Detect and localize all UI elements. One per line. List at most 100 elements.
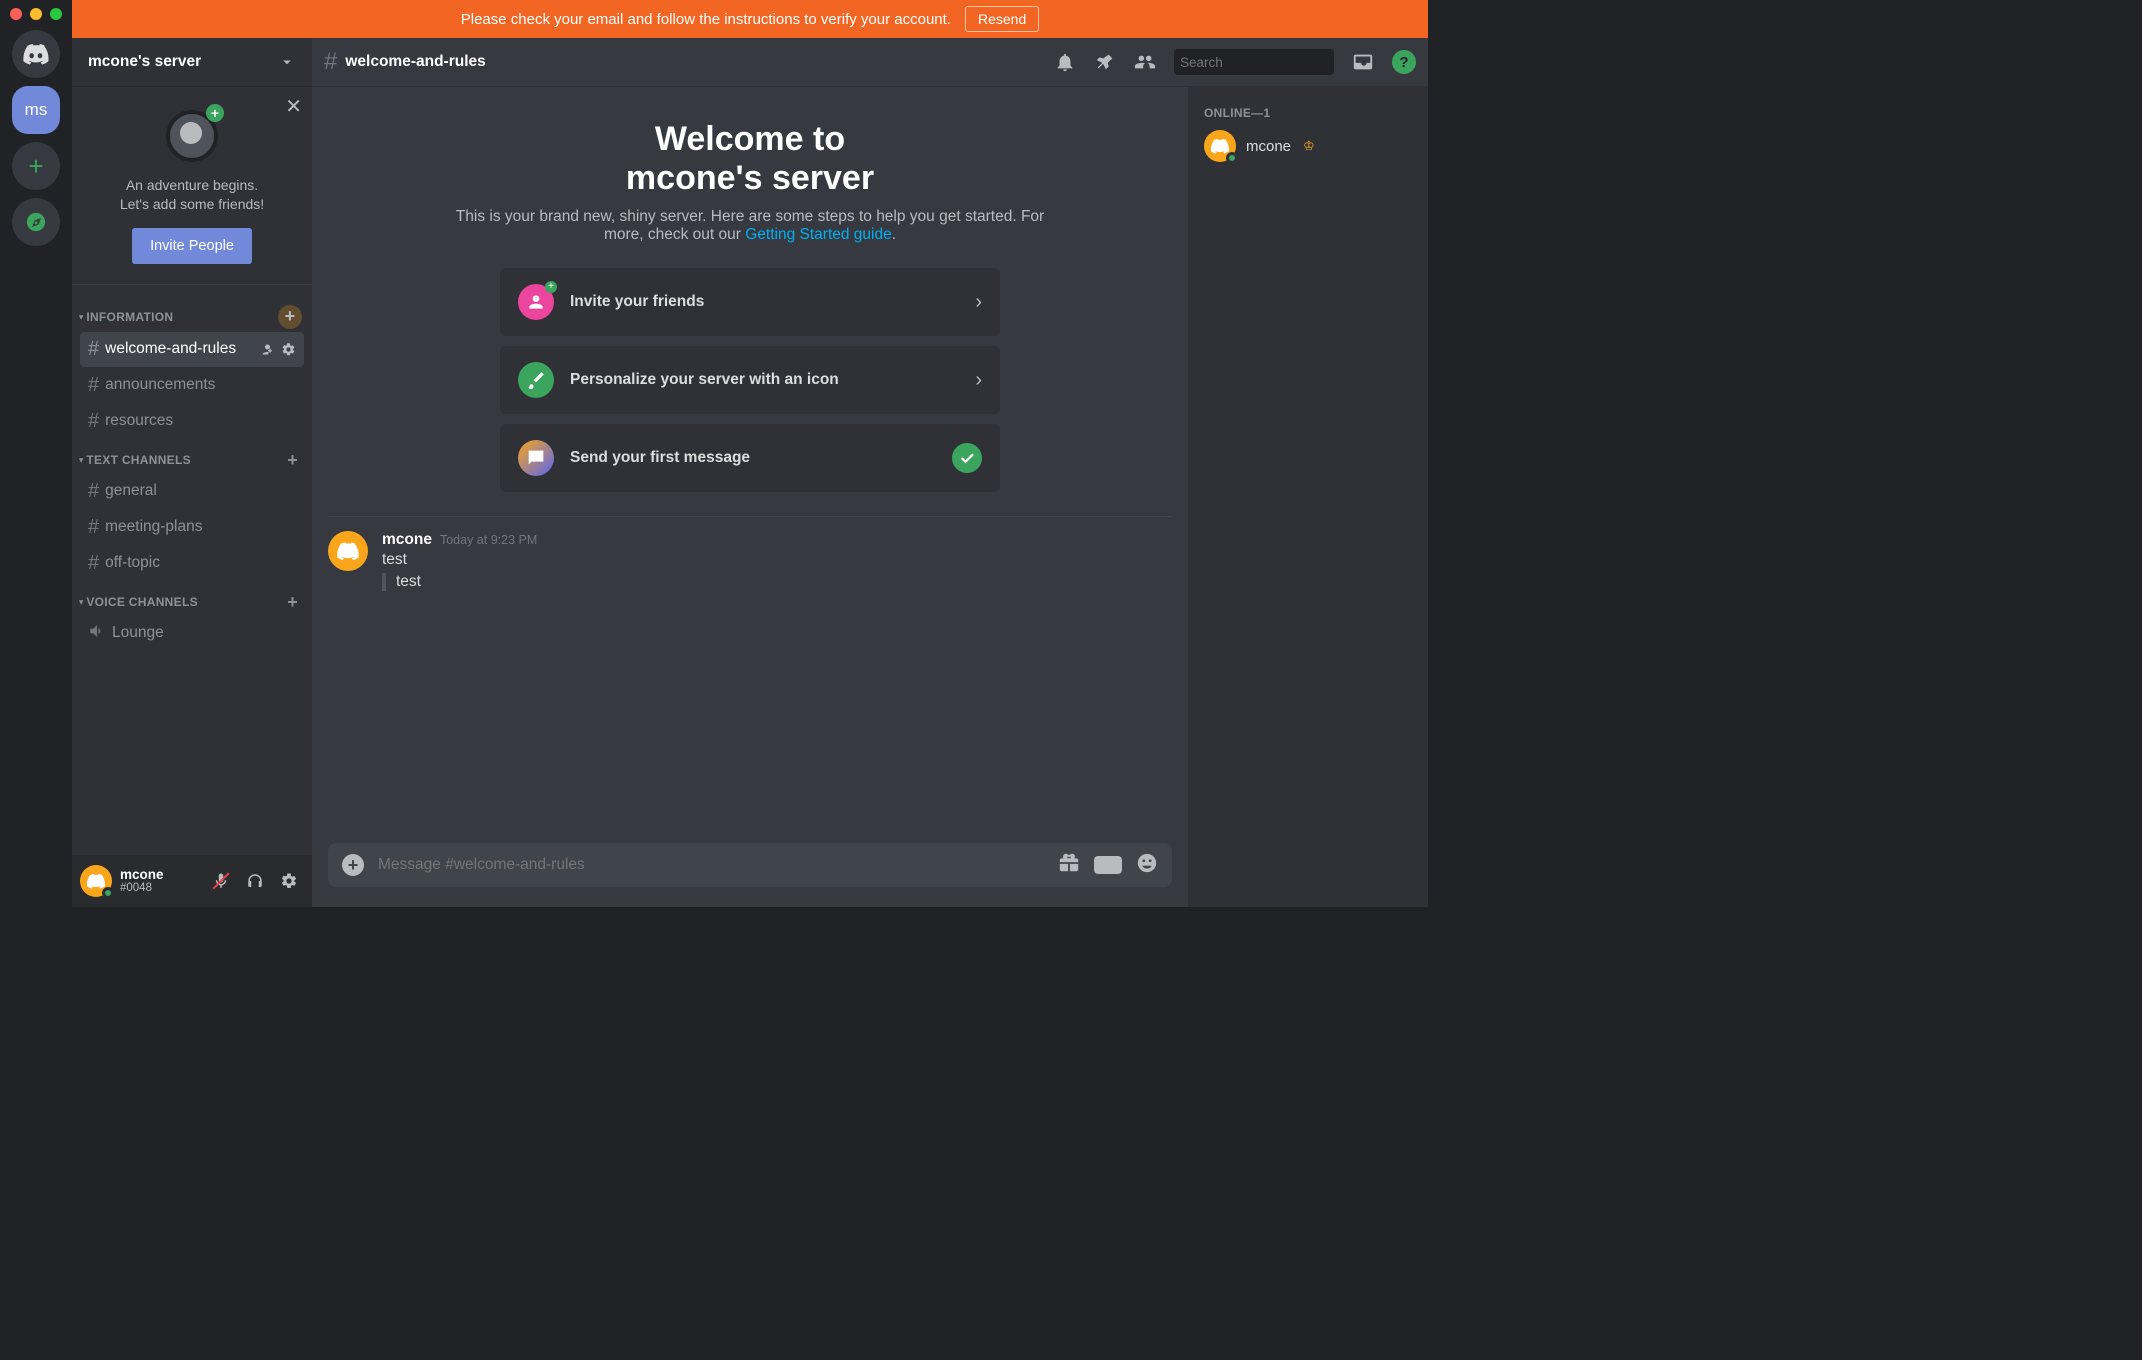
window-minimize-button[interactable]	[30, 8, 42, 20]
welcome-block: Welcome to mcone's server This is your b…	[450, 120, 1050, 244]
crown-icon: ♔	[1303, 138, 1315, 154]
chat-area: # welcome-and-rules ?	[312, 38, 1428, 907]
message-quote: test	[382, 573, 1172, 591]
channel-welcome-and-rules[interactable]: # welcome-and-rules	[80, 332, 304, 367]
inbox-icon[interactable]	[1352, 51, 1374, 73]
deafen-button[interactable]	[240, 866, 270, 896]
pin-icon[interactable]	[1094, 51, 1116, 73]
invite-people-button[interactable]: Invite People	[132, 228, 252, 264]
channel-meeting-plans[interactable]: # meeting-plans	[80, 510, 304, 545]
user-tag: #0048	[120, 882, 164, 894]
invite-line-1: An adventure begins.	[82, 176, 302, 195]
add-server-button[interactable]: +	[12, 142, 60, 190]
attach-button[interactable]: +	[342, 854, 364, 876]
member-item[interactable]: mcone ♔	[1196, 126, 1420, 166]
traffic-lights	[10, 8, 62, 20]
channel-title: welcome-and-rules	[345, 53, 485, 71]
mute-button[interactable]	[206, 866, 236, 896]
channel-resources[interactable]: # resources	[80, 404, 304, 439]
channel-announcements[interactable]: # announcements	[80, 368, 304, 403]
card-personalize-icon[interactable]: Personalize your server with an icon ›	[500, 346, 1000, 414]
status-online-icon	[102, 887, 114, 899]
members-list: ONLINE—1 mcone ♔	[1188, 86, 1428, 907]
help-button[interactable]: ?	[1392, 50, 1416, 74]
create-channel-button[interactable]: +	[283, 592, 302, 613]
hash-icon: #	[88, 516, 99, 539]
messages-scroller[interactable]: Welcome to mcone's server This is your b…	[312, 86, 1188, 843]
chat-header: # welcome-and-rules ?	[312, 38, 1428, 86]
chevron-down-icon	[278, 53, 296, 71]
welcome-title-1: Welcome to	[655, 120, 845, 158]
create-channel-button[interactable]: +	[283, 450, 302, 471]
chevron-right-icon: ›	[975, 291, 982, 314]
message-input[interactable]	[378, 856, 1044, 874]
resend-button[interactable]: Resend	[965, 6, 1039, 32]
hash-icon: #	[88, 338, 99, 361]
invite-card: ✕ + An adventure begins. Let's add some …	[72, 86, 312, 285]
divider	[328, 516, 1172, 517]
user-panel: mcone #0048	[72, 855, 312, 907]
channel-sidebar: mcone's server ✕ + An adventure begins. …	[72, 38, 312, 907]
members-group-label: ONLINE—1	[1196, 102, 1420, 126]
create-invite-icon[interactable]	[260, 342, 275, 357]
onboarding-cards: + Invite your friends › Personaliz	[500, 268, 1000, 492]
message-timestamp: Today at 9:23 PM	[440, 533, 537, 547]
member-name: mcone	[1246, 138, 1291, 155]
home-button[interactable]	[12, 30, 60, 78]
hash-icon: #	[88, 374, 99, 397]
gear-icon[interactable]	[281, 342, 296, 357]
message: mcone Today at 9:23 PM test test	[328, 527, 1172, 601]
category-text-channels[interactable]: ▾TEXT CHANNELS +	[72, 440, 312, 473]
explore-servers-button[interactable]	[12, 198, 60, 246]
status-online-icon	[1226, 152, 1238, 164]
gift-icon[interactable]	[1058, 852, 1080, 879]
channels-scroller[interactable]: ▾INFORMATION + # welcome-and-rules # ann	[72, 285, 312, 855]
channel-lounge[interactable]: Lounge	[80, 616, 304, 651]
guild-item-current[interactable]: ms	[12, 86, 60, 134]
hash-icon: #	[88, 552, 99, 575]
avatar[interactable]	[328, 531, 368, 571]
invite-line-2: Let's add some friends!	[82, 195, 302, 214]
user-settings-button[interactable]	[274, 866, 304, 896]
hash-icon: #	[88, 410, 99, 433]
create-channel-button[interactable]: +	[278, 305, 302, 329]
window-close-button[interactable]	[10, 8, 22, 20]
welcome-title-2: mcone's server	[626, 159, 874, 197]
search-box[interactable]	[1174, 49, 1334, 75]
invite-icon: +	[518, 284, 554, 320]
server-header[interactable]: mcone's server	[72, 38, 312, 86]
channel-general[interactable]: # general	[80, 474, 304, 509]
banner-text: Please check your email and follow the i…	[461, 11, 951, 28]
getting-started-link[interactable]: Getting Started guide	[745, 226, 892, 243]
category-information[interactable]: ▾INFORMATION +	[72, 295, 312, 331]
close-icon[interactable]: ✕	[285, 94, 302, 119]
server-name: mcone's server	[88, 53, 201, 71]
channel-off-topic[interactable]: # off-topic	[80, 546, 304, 581]
search-input[interactable]	[1180, 55, 1357, 70]
guild-initials: ms	[25, 100, 48, 120]
card-first-message[interactable]: Send your first message	[500, 424, 1000, 492]
guild-rail: ms +	[0, 0, 72, 907]
user-name: mcone	[120, 868, 164, 882]
chevron-right-icon: ›	[975, 369, 982, 392]
message-content: test	[382, 551, 1172, 569]
bell-icon[interactable]	[1054, 51, 1076, 73]
speaker-icon	[88, 622, 106, 645]
avatar[interactable]	[80, 865, 112, 897]
members-icon[interactable]	[1134, 51, 1156, 73]
card-invite-friends[interactable]: + Invite your friends ›	[500, 268, 1000, 336]
window-zoom-button[interactable]	[50, 8, 62, 20]
message-author[interactable]: mcone	[382, 531, 432, 549]
avatar	[1204, 130, 1236, 162]
check-icon	[952, 443, 982, 473]
verify-email-banner: Please check your email and follow the i…	[72, 0, 1428, 38]
gif-button[interactable]: GIF	[1094, 856, 1122, 874]
brush-icon	[518, 362, 554, 398]
chat-icon	[518, 440, 554, 476]
hash-icon: #	[88, 480, 99, 503]
emoji-icon[interactable]	[1136, 852, 1158, 879]
composer: + GIF	[312, 843, 1188, 907]
category-voice-channels[interactable]: ▾VOICE CHANNELS +	[72, 582, 312, 615]
hash-icon: #	[324, 48, 337, 76]
invite-art: +	[162, 106, 222, 166]
